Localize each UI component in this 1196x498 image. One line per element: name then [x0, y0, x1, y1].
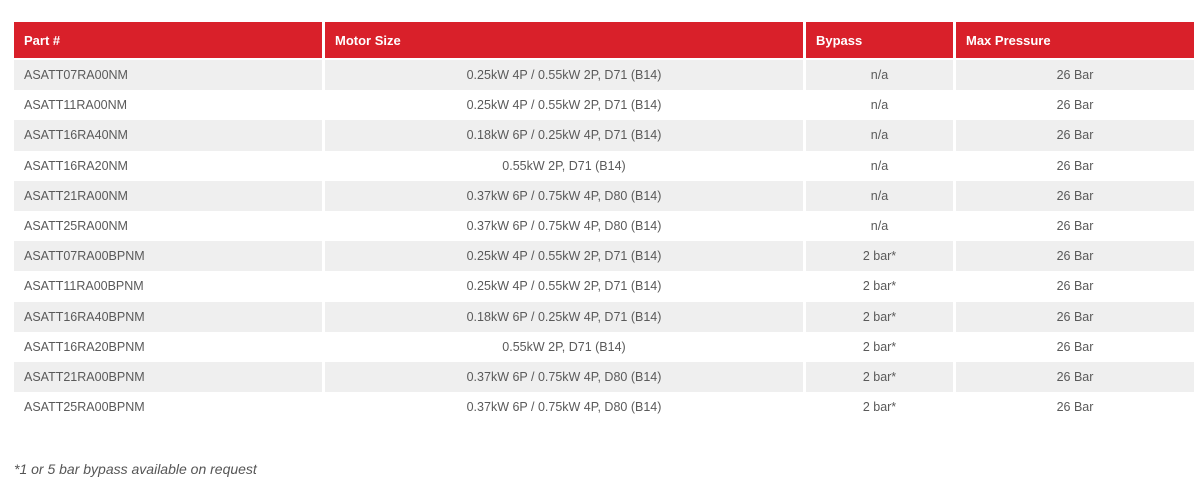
cell-bypass: 2 bar* [806, 331, 956, 362]
cell-part-number: ASATT25RA00BPNM [14, 392, 325, 423]
cell-part-number: ASATT16RA40NM [14, 120, 325, 151]
table-row: ASATT25RA00BPNM 0.37kW 6P / 0.75kW 4P, D8… [14, 392, 1194, 423]
table-row: ASATT07RA00BPNM 0.25kW 4P / 0.55kW 2P, D7… [14, 241, 1194, 272]
table-row: ASATT16RA20BPNM 0.55kW 2P, D71 (B14) 2 bar… [14, 331, 1194, 362]
cell-max-pressure: 26 Bar [956, 331, 1194, 362]
cell-motor-size: 0.25kW 4P / 0.55kW 2P, D71 (B14) [325, 241, 806, 272]
table-row: ASATT11RA00NM 0.25kW 4P / 0.55kW 2P, D71 … [14, 90, 1194, 121]
cell-part-number: ASATT07RA00BPNM [14, 241, 325, 272]
cell-max-pressure: 26 Bar [956, 392, 1194, 423]
cell-motor-size: 0.37kW 6P / 0.75kW 4P, D80 (B14) [325, 210, 806, 242]
cell-max-pressure: 26 Bar [956, 60, 1194, 91]
cell-max-pressure: 26 Bar [956, 90, 1194, 121]
header-bypass: Bypass [806, 22, 956, 60]
cell-max-pressure: 26 Bar [956, 271, 1194, 302]
cell-max-pressure: 26 Bar [956, 150, 1194, 181]
cell-max-pressure: 26 Bar [956, 180, 1194, 211]
cell-part-number: ASATT16RA40BPNM [14, 301, 325, 332]
cell-part-number: ASATT11RA00BPNM [14, 271, 325, 302]
header-row: Part # Motor Size Bypass Max Pressure [14, 22, 1194, 60]
cell-max-pressure: 26 Bar [956, 241, 1194, 272]
header-max-pressure: Max Pressure [956, 22, 1194, 60]
cell-part-number: ASATT16RA20NM [14, 150, 325, 181]
cell-bypass: 2 bar* [806, 392, 956, 423]
cell-motor-size: 0.37kW 6P / 0.75kW 4P, D80 (B14) [325, 180, 806, 211]
cell-part-number: ASATT21RA00BPNM [14, 361, 325, 393]
header-motor-size: Motor Size [325, 22, 806, 60]
cell-bypass: 2 bar* [806, 271, 956, 302]
table-row: ASATT11RA00BPNM 0.25kW 4P / 0.55kW 2P, D7… [14, 271, 1194, 302]
cell-motor-size: 0.25kW 4P / 0.55kW 2P, D71 (B14) [325, 271, 806, 302]
cell-bypass: 2 bar* [806, 301, 956, 332]
cell-bypass: n/a [806, 60, 956, 91]
cell-max-pressure: 26 Bar [956, 301, 1194, 332]
cell-motor-size: 0.18kW 6P / 0.25kW 4P, D71 (B14) [325, 301, 806, 332]
table-body: ASATT07RA00NM 0.25kW 4P / 0.55kW 2P, D71 … [14, 60, 1194, 423]
cell-motor-size: 0.25kW 4P / 0.55kW 2P, D71 (B14) [325, 60, 806, 91]
cell-bypass: n/a [806, 210, 956, 242]
table-row: ASATT21RA00NM 0.37kW 6P / 0.75kW 4P, D80 … [14, 180, 1194, 211]
cell-bypass: 2 bar* [806, 241, 956, 272]
header-part-number: Part # [14, 22, 325, 60]
table-row: ASATT16RA20NM 0.55kW 2P, D71 (B14) n/a 26 B… [14, 150, 1194, 181]
table-row: ASATT16RA40BPNM 0.18kW 6P / 0.25kW 4P, D7… [14, 301, 1194, 332]
cell-bypass: n/a [806, 120, 956, 151]
product-table-container: Part # Motor Size Bypass Max Pressure AS… [14, 22, 1194, 423]
cell-part-number: ASATT25RA00NM [14, 210, 325, 242]
table-row: ASATT25RA00NM 0.37kW 6P / 0.75kW 4P, D80 … [14, 210, 1194, 242]
cell-motor-size: 0.37kW 6P / 0.75kW 4P, D80 (B14) [325, 392, 806, 423]
cell-bypass: n/a [806, 90, 956, 121]
cell-max-pressure: 26 Bar [956, 210, 1194, 242]
cell-motor-size: 0.18kW 6P / 0.25kW 4P, D71 (B14) [325, 120, 806, 151]
cell-bypass: 2 bar* [806, 361, 956, 393]
cell-bypass: n/a [806, 150, 956, 181]
table-row: ASATT07RA00NM 0.25kW 4P / 0.55kW 2P, D71 … [14, 60, 1194, 91]
table-row: ASATT21RA00BPNM 0.37kW 6P / 0.75kW 4P, D8… [14, 361, 1194, 393]
cell-max-pressure: 26 Bar [956, 361, 1194, 393]
cell-motor-size: 0.55kW 2P, D71 (B14) [325, 150, 806, 181]
bypass-footnote: *1 or 5 bar bypass available on request [14, 461, 257, 477]
cell-part-number: ASATT07RA00NM [14, 60, 325, 91]
cell-motor-size: 0.55kW 2P, D71 (B14) [325, 331, 806, 362]
cell-part-number: ASATT11RA00NM [14, 90, 325, 121]
product-spec-table: Part # Motor Size Bypass Max Pressure AS… [14, 22, 1194, 423]
cell-motor-size: 0.25kW 4P / 0.55kW 2P, D71 (B14) [325, 90, 806, 121]
cell-motor-size: 0.37kW 6P / 0.75kW 4P, D80 (B14) [325, 361, 806, 393]
cell-part-number: ASATT16RA20BPNM [14, 331, 325, 362]
cell-max-pressure: 26 Bar [956, 120, 1194, 151]
cell-part-number: ASATT21RA00NM [14, 180, 325, 211]
table-header: Part # Motor Size Bypass Max Pressure [14, 22, 1194, 60]
table-row: ASATT16RA40NM 0.18kW 6P / 0.25kW 4P, D71 … [14, 120, 1194, 151]
cell-bypass: n/a [806, 180, 956, 211]
